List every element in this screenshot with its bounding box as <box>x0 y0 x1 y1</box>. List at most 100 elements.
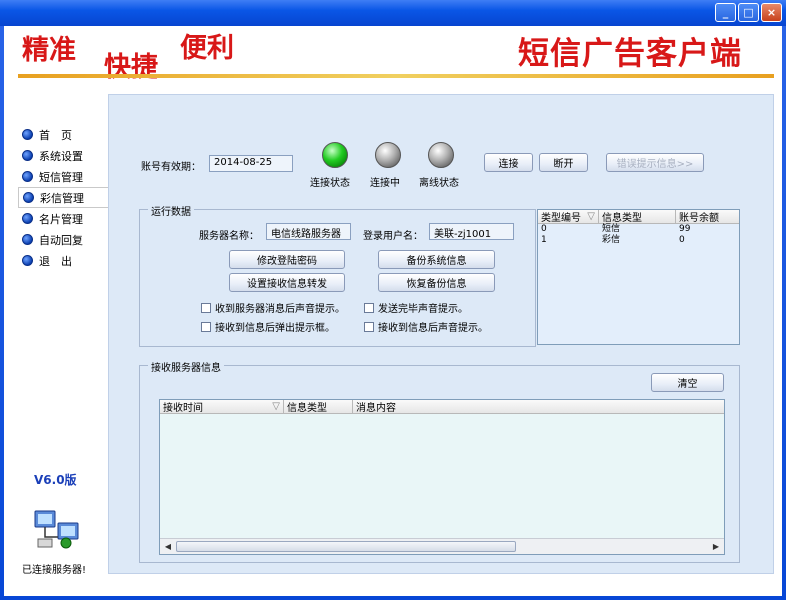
table-cell: 99 <box>679 224 691 234</box>
banner: 精准 快捷 便利 短信广告客户端 <box>4 26 782 88</box>
close-button[interactable]: × <box>761 3 782 22</box>
sound-on-receive-checkbox[interactable]: 接收到信息后声音提示。 <box>364 319 488 334</box>
col-msg-content[interactable]: 消息内容 <box>353 400 724 413</box>
col-info-type[interactable]: 信息类型 <box>599 210 676 223</box>
window-controls: _ □ × <box>715 3 782 22</box>
sort-icon: ▽ <box>587 211 595 222</box>
table-row[interactable]: 1 彩信 0 <box>538 235 739 246</box>
table-row[interactable]: 0 短信 99 <box>538 224 739 235</box>
login-user-field: 美联-zj1001 <box>429 223 514 240</box>
sidebar-nav: 首 页系统设置短信管理彩信管理名片管理自动回复退 出 <box>18 124 108 271</box>
receive-info-title: 接收服务器信息 <box>148 359 224 374</box>
checkbox-box[interactable] <box>201 321 211 332</box>
server-msg-sound-checkbox[interactable]: 收到服务器消息后声音提示。 <box>201 300 345 315</box>
bullet-icon <box>22 234 33 245</box>
sort-icon: ▽ <box>272 401 280 412</box>
scroll-left-icon[interactable]: ◀ <box>161 540 175 553</box>
bullet-icon <box>22 150 33 161</box>
checkbox-label: 接收到信息后弹出提示框。 <box>215 323 335 334</box>
sidebar-item-home[interactable]: 首 页 <box>18 124 104 145</box>
expiry-label: 账号有效期： <box>141 162 201 173</box>
table-cell: 0 <box>679 235 685 245</box>
bullet-icon <box>22 255 33 266</box>
clear-button[interactable]: 清空 <box>651 373 724 392</box>
checkbox-box[interactable] <box>201 302 211 313</box>
slogan-precise: 精准 <box>22 35 76 66</box>
disconnect-button[interactable]: 断开 <box>539 153 588 172</box>
connect-button[interactable]: 连接 <box>484 153 533 172</box>
col-msg-type[interactable]: 信息类型 <box>284 400 353 413</box>
sidebar-item-label: 彩信管理 <box>40 191 84 205</box>
send-complete-sound-checkbox[interactable]: 发送完毕声音提示。 <box>364 300 468 315</box>
error-hint-button[interactable]: 错误提示信息>> <box>606 153 704 172</box>
table-cell: 0 <box>541 224 547 234</box>
col-balance[interactable]: 账号余额 <box>676 210 738 223</box>
col-info-type-label: 信息类型 <box>602 213 642 223</box>
app-window: _ □ × 精准 快捷 便利 短信广告客户端 首 页系统设置短信管理彩信管理名片… <box>0 0 786 600</box>
sidebar-item-label: 自动回复 <box>39 233 83 247</box>
connected-status-label: 连接状态 <box>310 178 350 189</box>
receive-table-header: 接收时间 ▽ 信息类型 消息内容 <box>160 400 724 414</box>
connecting-status-led <box>375 142 401 168</box>
restore-backup-button[interactable]: 恢复备份信息 <box>378 273 495 292</box>
connected-status-led <box>322 142 348 168</box>
sidebar-item-label: 首 页 <box>39 128 72 142</box>
checkbox-box[interactable] <box>364 302 374 313</box>
balance-table-header: 类型编号 ▽ 信息类型 账号余额 <box>538 210 739 224</box>
bullet-icon <box>22 213 33 224</box>
checkbox-box[interactable] <box>364 321 374 332</box>
sidebar-item-mms[interactable]: 彩信管理 <box>18 187 108 208</box>
popup-on-receive-checkbox[interactable]: 接收到信息后弹出提示框。 <box>201 319 335 334</box>
sidebar-item-sms[interactable]: 短信管理 <box>18 166 104 187</box>
slogan-convenient: 便利 <box>180 33 234 64</box>
maximize-button[interactable]: □ <box>738 3 759 22</box>
sidebar-item-exit[interactable]: 退 出 <box>18 250 104 271</box>
bullet-icon <box>22 171 33 182</box>
backup-system-button[interactable]: 备份系统信息 <box>378 250 495 269</box>
sidebar-item-label: 名片管理 <box>39 212 83 226</box>
receive-table-body[interactable] <box>160 414 724 538</box>
server-name-field: 电信线路服务器 <box>266 223 351 240</box>
client-area: 精准 快捷 便利 短信广告客户端 首 页系统设置短信管理彩信管理名片管理自动回复… <box>4 26 782 596</box>
banner-divider <box>18 74 774 78</box>
sidebar-item-autoreply[interactable]: 自动回复 <box>18 229 104 250</box>
login-user-label: 登录用户名： <box>363 231 423 242</box>
connecting-status-label: 连接中 <box>370 178 400 189</box>
main-panel: 账号有效期： 2014-08-25 连接状态 连接中 离线状态 连接 断开 错误… <box>108 94 774 574</box>
expiry-field: 2014-08-25 <box>209 155 293 172</box>
title-bar[interactable]: _ □ × <box>0 0 786 26</box>
offline-status-label: 离线状态 <box>419 178 459 189</box>
col-msg-type-label: 信息类型 <box>287 403 327 413</box>
scroll-right-icon[interactable]: ▶ <box>709 540 723 553</box>
checkbox-label: 发送完毕声音提示。 <box>378 304 468 315</box>
bullet-icon <box>23 192 34 203</box>
col-receive-time-label: 接收时间 <box>163 403 203 413</box>
sidebar-item-cards[interactable]: 名片管理 <box>18 208 104 229</box>
sidebar-item-label: 短信管理 <box>39 170 83 184</box>
scroll-thumb[interactable] <box>176 541 516 552</box>
col-type-id-label: 类型编号 <box>541 213 581 223</box>
col-msg-content-label: 消息内容 <box>356 403 396 413</box>
slogan-fast: 快捷 <box>104 52 158 83</box>
checkbox-label: 收到服务器消息后声音提示。 <box>215 304 345 315</box>
table-cell: 1 <box>541 235 547 245</box>
server-name-label: 服务器名称： <box>199 231 259 242</box>
receive-table: 接收时间 ▽ 信息类型 消息内容 ◀ ▶ <box>159 399 725 555</box>
balance-table: 类型编号 ▽ 信息类型 账号余额 0 短信 99 1 彩信 0 <box>537 209 740 345</box>
run-data-title: 运行数据 <box>148 203 194 218</box>
minimize-button[interactable]: _ <box>715 3 736 22</box>
sidebar-item-settings[interactable]: 系统设置 <box>18 145 104 166</box>
sidebar-item-label: 系统设置 <box>39 149 83 163</box>
col-balance-label: 账号余额 <box>679 213 719 223</box>
offline-status-led <box>428 142 454 168</box>
col-type-id[interactable]: 类型编号 ▽ <box>538 210 599 223</box>
set-forward-button[interactable]: 设置接收信息转发 <box>229 273 345 292</box>
table-cell: 短信 <box>602 224 621 234</box>
table-cell: 彩信 <box>602 235 621 245</box>
col-receive-time[interactable]: 接收时间 ▽ <box>160 400 284 413</box>
connection-status-text: 已连接服务器! <box>22 565 87 576</box>
change-password-button[interactable]: 修改登陆密码 <box>229 250 345 269</box>
horizontal-scrollbar[interactable]: ◀ ▶ <box>160 538 724 554</box>
version-label: V6.0版 <box>34 473 77 487</box>
sidebar-item-label: 退 出 <box>39 254 72 268</box>
